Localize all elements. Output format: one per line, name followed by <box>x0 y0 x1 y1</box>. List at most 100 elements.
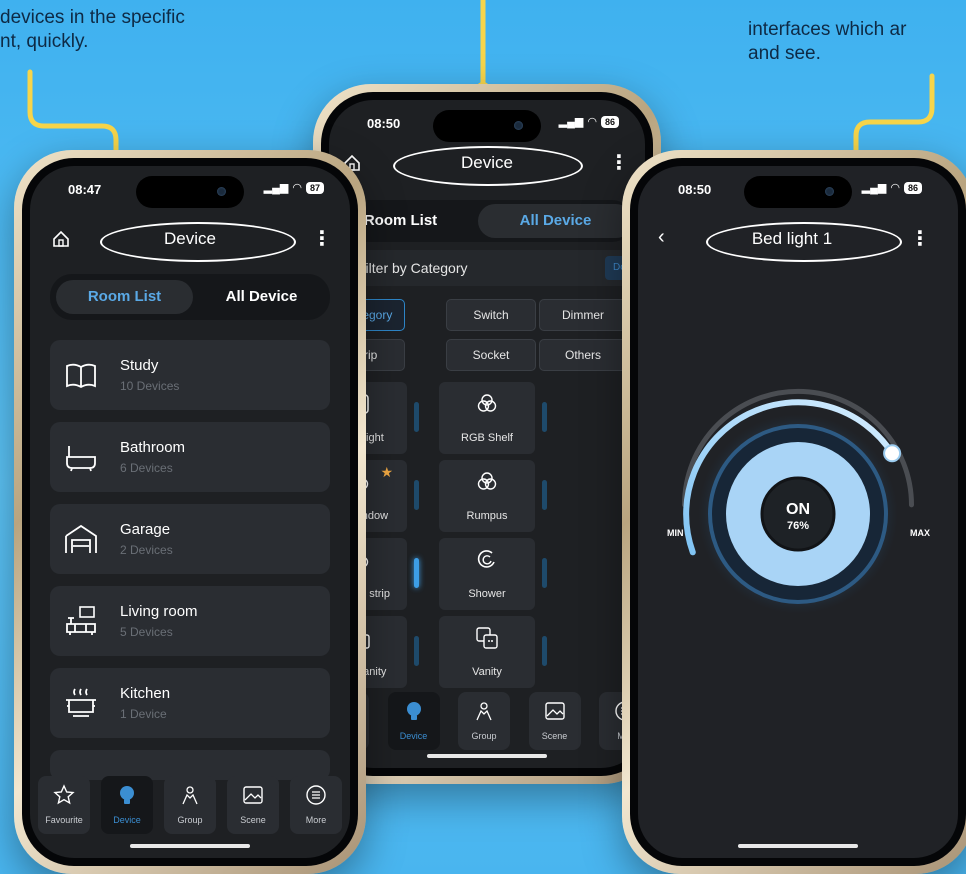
device-tile[interactable]: Vanity <box>439 616 535 688</box>
nav-favourite[interactable]: Favourite <box>38 776 90 834</box>
signal-icon: ▂▄▆ <box>558 116 584 128</box>
room-card-bathroom[interactable]: Bathroom 6 Devices <box>50 422 330 492</box>
nav-label: Scene <box>541 731 568 741</box>
nav-label: Device <box>399 731 428 741</box>
bottom-nav: urite Device Group Scene Mor <box>329 692 645 750</box>
room-card-study[interactable]: Study 10 Devices <box>50 340 330 410</box>
battery-icon: 86 <box>600 115 619 128</box>
device-name: Shower <box>468 588 506 600</box>
rgb-icon <box>477 394 497 412</box>
device-tile[interactable]: Rumpus <box>439 460 535 532</box>
callout-left-line-1: devices in the specific <box>0 7 185 28</box>
device-tile[interactable]: Shower <box>439 538 535 610</box>
status-time: 08:47 <box>68 182 102 197</box>
page-title: Device <box>164 229 216 248</box>
kebab-menu-icon[interactable]: ⋮ <box>910 226 930 251</box>
device-tile[interactable]: RGB Shelf <box>439 382 535 454</box>
signal-icon: ▂▄▆ <box>861 182 887 194</box>
callout-right: interfaces which ar and see. <box>748 18 906 66</box>
device-name: Vanity <box>472 666 502 678</box>
room-card-kitchen[interactable]: Kitchen 1 Device <box>50 668 330 738</box>
room-device-count: 10 Devices <box>120 379 180 393</box>
chip-dimmer[interactable]: Dimmer <box>539 299 627 331</box>
view-tabs: Room List All Device <box>329 200 633 242</box>
nav-label: Scene <box>240 815 266 825</box>
group-icon <box>476 702 492 721</box>
min-label: MIN <box>667 528 684 538</box>
device-power-toggle[interactable] <box>414 558 419 588</box>
nav-label: Favourite <box>45 815 83 825</box>
header: ‹ Bed light 1 ⋮ <box>638 220 958 262</box>
dynamic-island <box>136 176 244 208</box>
room-card-garage[interactable]: Garage 2 Devices <box>50 504 330 574</box>
page-title: Device <box>461 153 513 172</box>
home-indicator <box>738 844 858 848</box>
phone-left: 08:47 ▂▄▆ ◠ 87 Device ⋮ Room List All De… <box>14 150 366 874</box>
image-icon <box>243 786 263 804</box>
garage-icon <box>65 524 97 553</box>
switch-icon <box>476 627 498 649</box>
favourite-star-icon: ★ <box>380 464 393 480</box>
star-icon <box>53 784 75 805</box>
nav-device[interactable]: Device <box>387 692 440 750</box>
nav-scene[interactable]: Scene <box>528 692 581 750</box>
nav-group[interactable]: Group <box>458 692 510 750</box>
chip-socket[interactable]: Socket <box>446 339 536 371</box>
tab-all-device[interactable]: All Device <box>478 204 633 238</box>
brightness-value: 76% <box>787 520 809 532</box>
bulb-icon <box>406 702 421 720</box>
brightness-dial[interactable]: ON 76% MIN MAX <box>638 366 958 686</box>
callout-right-line-2: and see. <box>748 43 821 64</box>
kebab-menu-icon[interactable]: ⋮ <box>312 226 332 251</box>
tab-all-device[interactable]: All Device <box>193 280 330 314</box>
device-power-toggle[interactable] <box>414 480 419 510</box>
bottom-nav: Favourite Device Group Scene More <box>38 776 342 834</box>
home-indicator <box>130 844 250 848</box>
chip-switch[interactable]: Switch <box>446 299 536 331</box>
nav-label: More <box>305 815 327 825</box>
nav-scene[interactable]: Scene <box>227 776 279 834</box>
home-indicator <box>427 754 547 758</box>
dynamic-island <box>744 176 852 208</box>
header: Device ⋮ <box>329 144 645 186</box>
signal-icon: ▂▄▆ <box>263 182 289 194</box>
nav-group[interactable]: Group <box>164 776 216 834</box>
status-icons: ▂▄▆ ◠ 86 <box>559 115 619 128</box>
dial-knob[interactable] <box>883 444 902 463</box>
device-power-toggle[interactable] <box>414 402 419 432</box>
max-label: MAX <box>910 528 930 538</box>
callout-right-line-1: interfaces which ar <box>748 19 907 40</box>
device-title: Bed light 1 <box>751 229 833 248</box>
callout-left: devices in the specific nt, quickly. <box>0 6 185 54</box>
bulb-icon <box>120 786 134 804</box>
kebab-menu-icon[interactable]: ⋮ <box>609 150 629 175</box>
image-icon <box>544 702 565 720</box>
room-card-living-room[interactable]: Living room 5 Devices <box>50 586 330 656</box>
nav-more[interactable]: More <box>290 776 342 834</box>
bathtub-icon <box>66 446 96 472</box>
view-tabs: Room List All Device <box>50 274 330 320</box>
filter-bar: ☰ Filter by Category Done <box>329 250 645 286</box>
rgb-icon <box>477 472 497 490</box>
tab-room-list[interactable]: Room List <box>56 280 193 314</box>
back-chevron-icon[interactable]: ‹ <box>658 226 665 249</box>
power-state: ON <box>786 501 810 518</box>
room-name: Living room <box>120 603 198 620</box>
device-power-toggle[interactable] <box>542 402 547 432</box>
chip-others[interactable]: Others <box>539 339 627 371</box>
wifi-icon: ◠ <box>587 116 597 128</box>
device-power-toggle[interactable] <box>542 636 547 666</box>
room-device-count: 6 Devices <box>120 461 173 475</box>
status-icons: ▂▄▆ ◠ 87 <box>264 181 324 194</box>
device-power-toggle[interactable] <box>542 558 547 588</box>
cooking-pot-icon <box>66 688 96 717</box>
nav-device[interactable]: Device <box>101 776 153 834</box>
home-icon[interactable] <box>52 230 70 248</box>
phone-left-screen: 08:47 ▂▄▆ ◠ 87 Device ⋮ Room List All De… <box>30 166 350 858</box>
device-power-toggle[interactable] <box>414 636 419 666</box>
device-power-toggle[interactable] <box>542 480 547 510</box>
filter-label: Filter by Category <box>357 260 468 276</box>
battery-icon: 86 <box>903 181 922 194</box>
nav-label: Group <box>471 731 497 741</box>
book-icon <box>66 363 96 389</box>
